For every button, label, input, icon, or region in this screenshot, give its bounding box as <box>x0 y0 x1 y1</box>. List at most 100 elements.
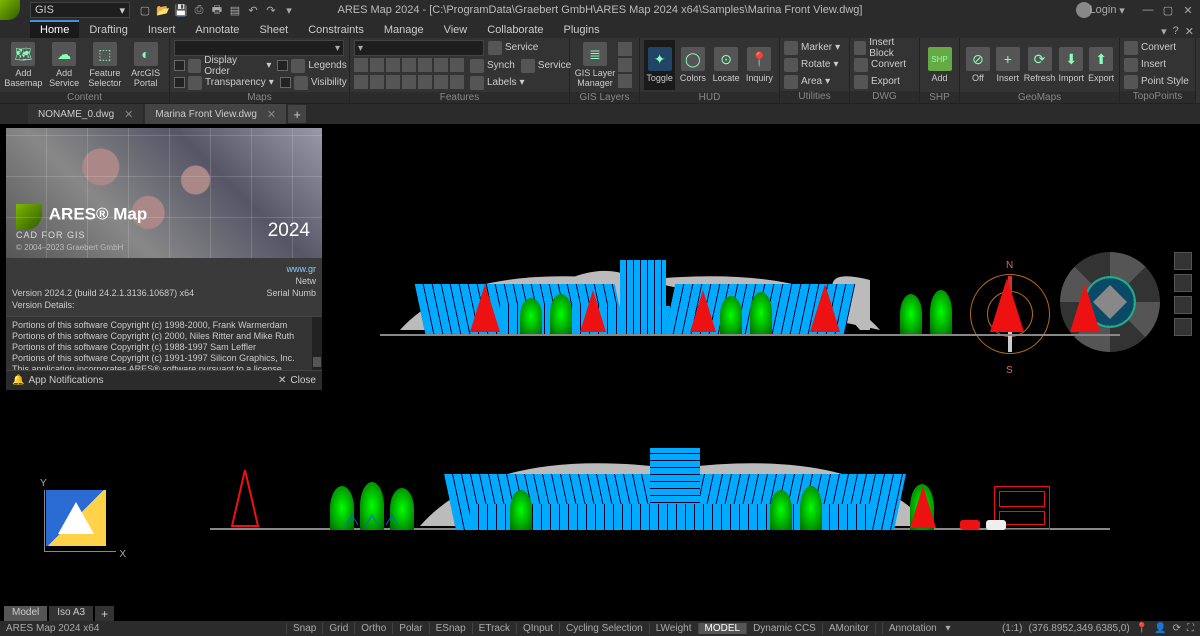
tab-collaborate[interactable]: Collaborate <box>477 22 553 38</box>
new-tab-button[interactable]: + <box>288 105 306 123</box>
synch-button[interactable]: Synch <box>470 58 515 73</box>
delete-tool-icon[interactable] <box>450 75 464 89</box>
rotate-button[interactable]: Rotate▾ <box>784 57 840 72</box>
feature-selector-button[interactable]: ⬚FeatureSelector <box>86 40 125 90</box>
transparency-button[interactable]: Transparency▾ <box>174 75 274 90</box>
arc-tool-icon[interactable] <box>434 58 448 72</box>
area-button[interactable]: Area▾ <box>784 74 840 89</box>
topo-pointstyle-button[interactable]: Point Style <box>1124 74 1189 89</box>
add-service-button[interactable]: ☁AddService <box>45 40 84 90</box>
status-snap[interactable]: Snap <box>286 623 322 634</box>
geomaps-refresh-button[interactable]: ⟳Refresh <box>1024 40 1056 90</box>
hud-toggle-button[interactable]: ✦Toggle <box>644 40 675 90</box>
service2-button[interactable]: Service <box>521 58 571 73</box>
visibility-button[interactable]: Visibility <box>280 75 347 90</box>
tab-plugins[interactable]: Plugins <box>554 22 610 38</box>
status-sync-icon[interactable]: ⟳ <box>1173 623 1181 634</box>
login-button[interactable]: Login▾ <box>1076 2 1130 18</box>
circle-tool-icon[interactable] <box>418 58 432 72</box>
arcgis-portal-button[interactable]: ◐ArcGISPortal <box>126 40 165 90</box>
status-dccs[interactable]: Dynamic CCS <box>746 623 822 634</box>
service-button[interactable]: Service <box>488 40 538 55</box>
poly-tool-icon[interactable] <box>386 58 400 72</box>
extend-tool-icon[interactable] <box>434 75 448 89</box>
workspace-combo[interactable]: GIS▾ <box>30 2 130 18</box>
hud-colors-button[interactable]: ◯Colors <box>677 40 708 90</box>
tab-annotate[interactable]: Annotate <box>185 22 249 38</box>
about-close-button[interactable]: ✕Close <box>278 375 316 386</box>
topo-convert-button[interactable]: Convert <box>1124 40 1189 55</box>
status-cycling[interactable]: Cycling Selection <box>559 623 649 634</box>
tab-constraints[interactable]: Constraints <box>298 22 374 38</box>
nav-rotate-button[interactable] <box>1174 296 1192 314</box>
scale-tool-icon[interactable] <box>386 75 400 89</box>
layout-add-button[interactable]: + <box>95 606 114 622</box>
qat-redo-icon[interactable]: ↷ <box>264 3 278 17</box>
nav-2d-button[interactable] <box>1174 274 1192 292</box>
status-amonitor[interactable]: AMonitor <box>822 623 875 634</box>
app-notifications-button[interactable]: 🔔App Notifications <box>12 375 104 386</box>
status-user-icon[interactable]: 👤 <box>1154 623 1166 634</box>
ribbon-collapse-icon[interactable]: ▾ <box>1161 25 1167 38</box>
gis-layer-manager-button[interactable]: ≣GIS LayerManager <box>574 40 616 90</box>
scrollbar[interactable] <box>312 317 322 370</box>
tab-sheet[interactable]: Sheet <box>249 22 298 38</box>
shp-add-button[interactable]: SHPAdd <box>924 40 955 90</box>
hud-locate-button[interactable]: ⊙Locate <box>711 40 742 90</box>
status-model[interactable]: MODEL <box>698 623 747 634</box>
status-ortho[interactable]: Ortho <box>354 623 392 634</box>
qat-more-icon[interactable]: ▾ <box>282 3 296 17</box>
qat-save-icon[interactable]: 💾 <box>174 3 188 17</box>
tab-manage[interactable]: Manage <box>374 22 434 38</box>
rotate-tool-icon[interactable] <box>370 75 384 89</box>
geomaps-export-button[interactable]: ⬆Export <box>1087 40 1115 90</box>
nav-settings-button[interactable] <box>1174 318 1192 336</box>
geomaps-insert-button[interactable]: +Insert <box>994 40 1022 90</box>
panel-features-title[interactable]: Features <box>350 92 569 103</box>
topo-insert-button[interactable]: Insert <box>1124 57 1189 72</box>
panel-shp-title[interactable]: SHP <box>920 92 959 103</box>
rect-tool-icon[interactable] <box>402 58 416 72</box>
layer-tool3-icon[interactable] <box>618 74 632 88</box>
labels-button[interactable]: Labels▾ <box>470 75 525 90</box>
move-tool-icon[interactable] <box>354 75 368 89</box>
add-basemap-button[interactable]: 🗺AddBasemap <box>4 40 43 90</box>
hud-inquiry-button[interactable]: 📍Inquiry <box>744 40 775 90</box>
point-tool-icon[interactable] <box>354 58 368 72</box>
status-grid[interactable]: Grid <box>322 623 354 634</box>
status-pin-icon[interactable]: 📍 <box>1136 623 1148 634</box>
layer-tool2-icon[interactable] <box>618 58 632 72</box>
dwg-convert-button[interactable]: Convert <box>854 57 915 72</box>
tab-drafting[interactable]: Drafting <box>79 22 138 38</box>
qat-saveas-icon[interactable]: ⎙ <box>192 3 206 17</box>
legends-button[interactable]: Legends <box>277 58 346 73</box>
geomaps-import-button[interactable]: ⬇Import <box>1057 40 1085 90</box>
edit-tool-icon[interactable] <box>450 58 464 72</box>
layout-tab-isoa3[interactable]: Iso A3 <box>49 606 93 622</box>
maximize-icon[interactable]: ▢ <box>1160 2 1176 18</box>
qat-new-icon[interactable]: ▢ <box>138 3 152 17</box>
mirror-tool-icon[interactable] <box>402 75 416 89</box>
mini-close-icon[interactable]: ✕ <box>1185 25 1194 38</box>
status-polar[interactable]: Polar <box>392 623 428 634</box>
tab-home[interactable]: Home <box>30 20 79 38</box>
tab-view[interactable]: View <box>434 22 478 38</box>
dwg-export-button[interactable]: Export <box>854 74 915 89</box>
status-expand-icon[interactable]: ⛶ <box>1187 623 1194 634</box>
tab-close-icon[interactable]: ✕ <box>267 108 276 121</box>
trim-tool-icon[interactable] <box>418 75 432 89</box>
status-annotation[interactable]: Annotation ▾ <box>875 623 957 634</box>
about-credits[interactable]: Portions of this software Copyright (c) … <box>6 316 322 370</box>
status-scale[interactable]: (1:1) <box>1002 623 1023 634</box>
document-tab[interactable]: NONAME_0.dwg✕ <box>28 104 143 124</box>
line-tool-icon[interactable] <box>370 58 384 72</box>
qat-preview-icon[interactable]: ▤ <box>228 3 242 17</box>
marker-button[interactable]: Marker▾ <box>784 40 840 55</box>
tab-insert[interactable]: Insert <box>138 22 186 38</box>
geomaps-off-button[interactable]: ⊘Off <box>964 40 992 90</box>
nav-home-button[interactable] <box>1174 252 1192 270</box>
status-esnap[interactable]: ESnap <box>429 623 472 634</box>
status-etrack[interactable]: ETrack <box>472 623 516 634</box>
help-icon[interactable]: ? <box>1173 25 1179 38</box>
qat-open-icon[interactable]: 📂 <box>156 3 170 17</box>
